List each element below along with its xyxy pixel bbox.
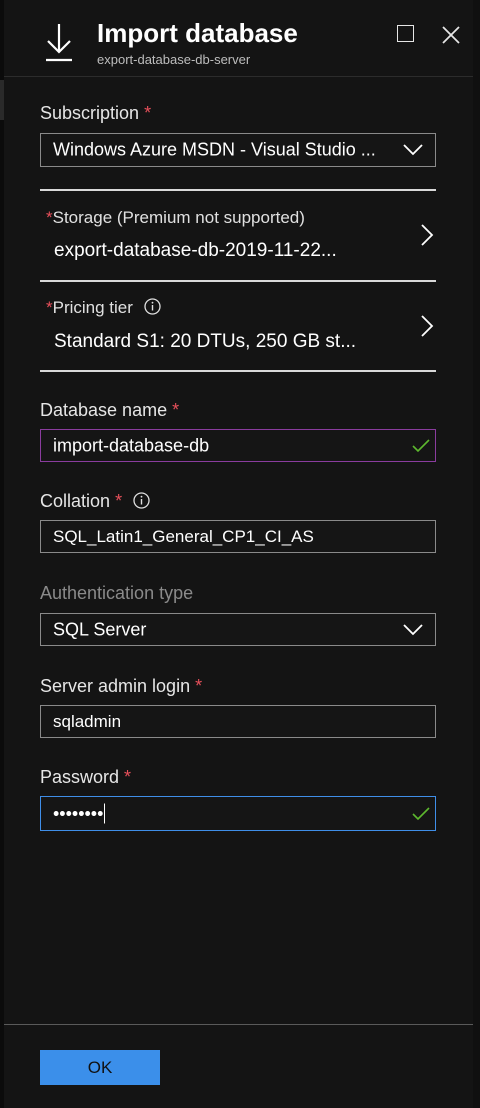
collation-label-text: Collation — [40, 491, 111, 511]
password-value: •••••••• — [53, 803, 104, 823]
pricing-tier-label: *Pricing tier — [46, 298, 161, 318]
password-content: •••••••• — [53, 803, 106, 824]
password-label-text: Password — [40, 767, 120, 787]
authentication-type-value: SQL Server — [53, 619, 147, 639]
info-icon[interactable] — [133, 492, 150, 509]
server-admin-login-value: sqladmin — [53, 711, 122, 731]
footer-divider — [4, 1024, 473, 1025]
database-name-label: Database name * — [40, 400, 179, 421]
required-mark: * — [115, 491, 123, 511]
info-icon[interactable] — [144, 298, 161, 315]
required-mark: * — [124, 767, 132, 787]
ok-button[interactable]: OK — [40, 1050, 160, 1085]
maximize-button[interactable] — [397, 25, 414, 42]
server-admin-login-label-text: Server admin login — [40, 676, 191, 696]
right-gutter — [473, 0, 480, 1108]
blade-header: Import database export-database-db-serve… — [4, 0, 473, 77]
database-name-input[interactable]: import-database-db — [40, 429, 436, 462]
database-name-value: import-database-db — [53, 435, 210, 455]
checkmark-icon — [412, 438, 430, 452]
password-label: Password * — [40, 767, 131, 788]
import-database-blade: Import database export-database-db-serve… — [4, 0, 473, 1108]
divider — [40, 370, 436, 372]
subscription-select[interactable]: Windows Azure MSDN - Visual Studio ... — [40, 133, 436, 167]
pricing-tier-label-text: Pricing tier — [52, 298, 133, 317]
storage-label: *Storage (Premium not supported) — [46, 208, 305, 228]
page-subtitle: export-database-db-server — [97, 52, 251, 67]
database-name-label-text: Database name — [40, 400, 168, 420]
storage-label-text: Storage (Premium not supported) — [52, 208, 305, 227]
chevron-down-icon — [403, 623, 423, 635]
collation-input[interactable]: SQL_Latin1_General_CP1_CI_AS — [40, 520, 436, 553]
checkmark-icon — [412, 806, 430, 820]
authentication-type-select[interactable]: SQL Server — [40, 613, 436, 646]
collation-value: SQL_Latin1_General_CP1_CI_AS — [53, 526, 314, 546]
storage-value: export-database-db-2019-11-22... — [54, 240, 337, 261]
storage-selector[interactable]: *Storage (Premium not supported) export-… — [40, 190, 436, 279]
close-icon[interactable] — [440, 24, 462, 46]
download-icon — [46, 24, 72, 62]
subscription-label-text: Subscription — [40, 103, 140, 123]
subscription-label: Subscription * — [40, 103, 151, 124]
pricing-tier-selector[interactable]: *Pricing tier Standard S1: 20 DTUs, 250 … — [40, 281, 436, 370]
required-mark: * — [46, 208, 53, 227]
password-input[interactable]: •••••••• — [40, 796, 436, 831]
text-cursor — [104, 803, 106, 823]
collation-label: Collation * — [40, 491, 150, 512]
chevron-down-icon — [403, 144, 423, 156]
pricing-tier-value: Standard S1: 20 DTUs, 250 GB st... — [54, 331, 357, 352]
subscription-value: Windows Azure MSDN - Visual Studio ... — [53, 139, 376, 160]
server-admin-login-label: Server admin login * — [40, 676, 202, 697]
chevron-right-icon — [421, 314, 434, 337]
server-admin-login-input[interactable]: sqladmin — [40, 705, 436, 738]
chevron-right-icon — [421, 223, 434, 246]
required-mark: * — [144, 103, 152, 123]
required-mark: * — [46, 298, 53, 317]
page-title: Import database — [97, 18, 298, 48]
required-mark: * — [172, 400, 180, 420]
authentication-type-label: Authentication type — [40, 583, 194, 603]
required-mark: * — [195, 676, 203, 696]
